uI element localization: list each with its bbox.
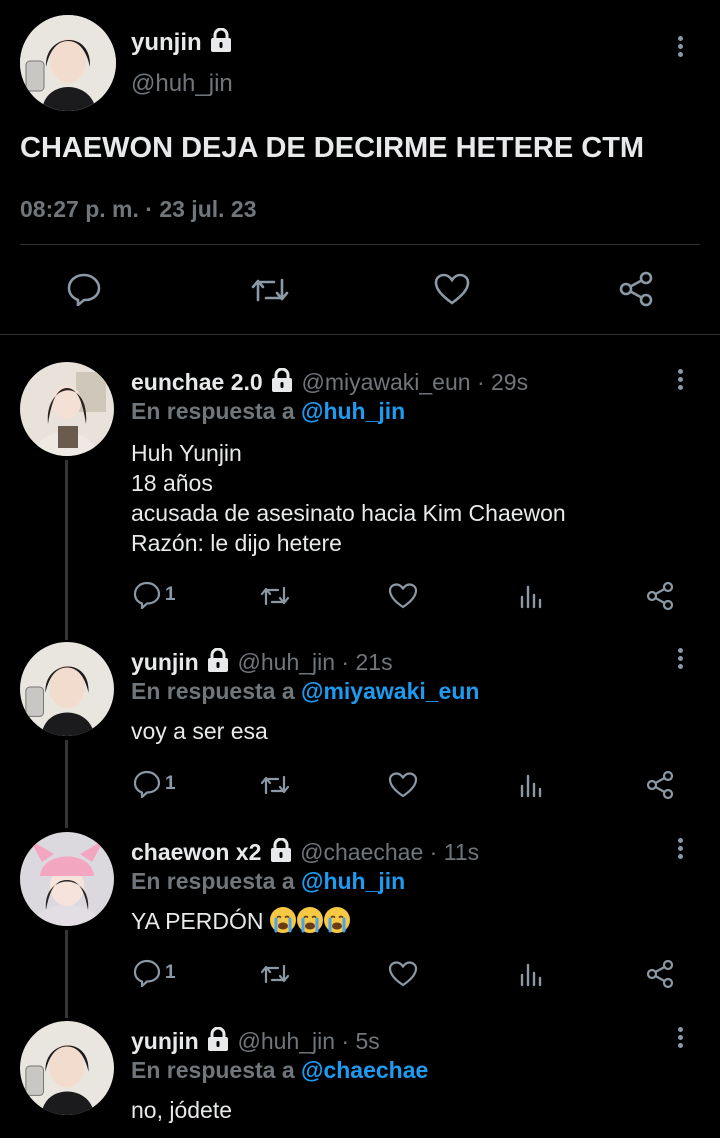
thread-line: [65, 930, 68, 1018]
share-icon: [646, 959, 674, 989]
crying-emoji-icon: [296, 907, 323, 933]
username-timestamp[interactable]: @huh_jin · 5s: [238, 1028, 380, 1054]
display-name[interactable]: eunchae 2.0: [131, 369, 263, 395]
reply-count: 1: [165, 584, 176, 605]
views-button[interactable]: [519, 772, 545, 798]
like-icon: [434, 273, 470, 305]
display-name[interactable]: yunjin: [131, 649, 199, 675]
lock-icon: [272, 368, 293, 392]
tweet-text: no, jódete: [131, 1097, 233, 1123]
more-icon[interactable]: [677, 1027, 683, 1051]
retweet-button[interactable]: [259, 772, 291, 798]
display-name[interactable]: yunjin: [131, 1028, 199, 1054]
reply-icon: [67, 273, 101, 306]
username-timestamp[interactable]: @miyawaki_eun · 29s: [301, 369, 528, 395]
retweet-button[interactable]: [259, 961, 291, 987]
reply-count: 1: [165, 962, 176, 983]
avatar[interactable]: [20, 362, 114, 456]
like-button[interactable]: [433, 272, 471, 306]
avatar[interactable]: [20, 1021, 114, 1115]
retweet-icon: [251, 278, 289, 302]
mention-link[interactable]: @huh_jin: [301, 398, 405, 424]
tweet-timestamp[interactable]: 08:27 p. m. · 23 jul. 23: [20, 196, 257, 223]
mention-link[interactable]: @chaechae: [301, 1057, 428, 1083]
username-timestamp[interactable]: @huh_jin · 21s: [238, 649, 393, 675]
reply-button[interactable]: 1: [133, 770, 176, 798]
reply-icon: [133, 581, 161, 609]
tweet-text: Huh Yunjin 18 años acusada de asesinato …: [131, 440, 566, 556]
retweet-icon: [260, 775, 290, 795]
like-icon: [388, 961, 418, 987]
reply-icon: [133, 959, 161, 987]
share-button[interactable]: [645, 581, 675, 611]
reply-button[interactable]: 1: [133, 581, 176, 609]
retweet-icon: [260, 964, 290, 984]
tweet-text: CHAEWON DEJA DE DECIRME HETERE CTM: [20, 132, 645, 164]
avatar[interactable]: [20, 15, 116, 111]
crying-emoji-icon: [269, 907, 296, 933]
views-button[interactable]: [519, 583, 545, 609]
display-name[interactable]: chaewon x2: [131, 839, 261, 865]
views-icon: [520, 963, 542, 987]
share-button[interactable]: [645, 770, 675, 800]
like-button[interactable]: [388, 960, 418, 988]
lock-icon: [208, 1027, 229, 1051]
lock-icon: [211, 28, 232, 52]
reply-button[interactable]: 1: [133, 959, 176, 987]
share-icon: [619, 271, 653, 307]
reply-context-label: En respuesta a: [131, 1057, 295, 1083]
thread-line: [65, 460, 68, 640]
more-icon[interactable]: [677, 648, 683, 672]
more-icon[interactable]: [677, 838, 683, 862]
retweet-icon: [260, 586, 290, 606]
mention-link[interactable]: @miyawaki_eun: [301, 678, 479, 704]
thread-line: [65, 740, 68, 828]
reply-context-label: En respuesta a: [131, 398, 295, 424]
retweet-button[interactable]: [250, 274, 290, 306]
lock-icon: [270, 838, 291, 862]
avatar[interactable]: [20, 642, 114, 736]
mention-link[interactable]: @huh_jin: [301, 868, 405, 894]
share-button[interactable]: [645, 959, 675, 989]
like-icon: [388, 772, 418, 798]
share-icon: [646, 581, 674, 611]
lock-icon: [208, 648, 229, 672]
share-button[interactable]: [617, 270, 655, 308]
reply-context-label: En respuesta a: [131, 678, 295, 704]
views-button[interactable]: [519, 961, 545, 987]
tweet-text: voy a ser esa: [131, 718, 268, 744]
retweet-button[interactable]: [259, 583, 291, 609]
reply-icon: [133, 770, 161, 798]
username-timestamp[interactable]: @chaechae · 11s: [300, 839, 479, 865]
share-icon: [646, 770, 674, 800]
divider: [0, 334, 720, 335]
username[interactable]: @huh_jin: [131, 70, 233, 98]
more-icon[interactable]: [677, 369, 683, 393]
reply-context-label: En respuesta a: [131, 868, 295, 894]
like-icon: [388, 583, 418, 609]
views-icon: [520, 585, 542, 609]
reply-button[interactable]: [66, 272, 102, 306]
divider: [20, 244, 700, 245]
like-button[interactable]: [388, 582, 418, 610]
display-name[interactable]: yunjin: [131, 29, 202, 56]
more-icon[interactable]: [677, 36, 683, 60]
reply-count: 1: [165, 773, 176, 794]
views-icon: [520, 774, 542, 798]
tweet-text: YA PERDÓN: [131, 907, 351, 935]
like-button[interactable]: [388, 771, 418, 799]
avatar[interactable]: [20, 832, 114, 926]
crying-emoji-icon: [323, 907, 350, 933]
